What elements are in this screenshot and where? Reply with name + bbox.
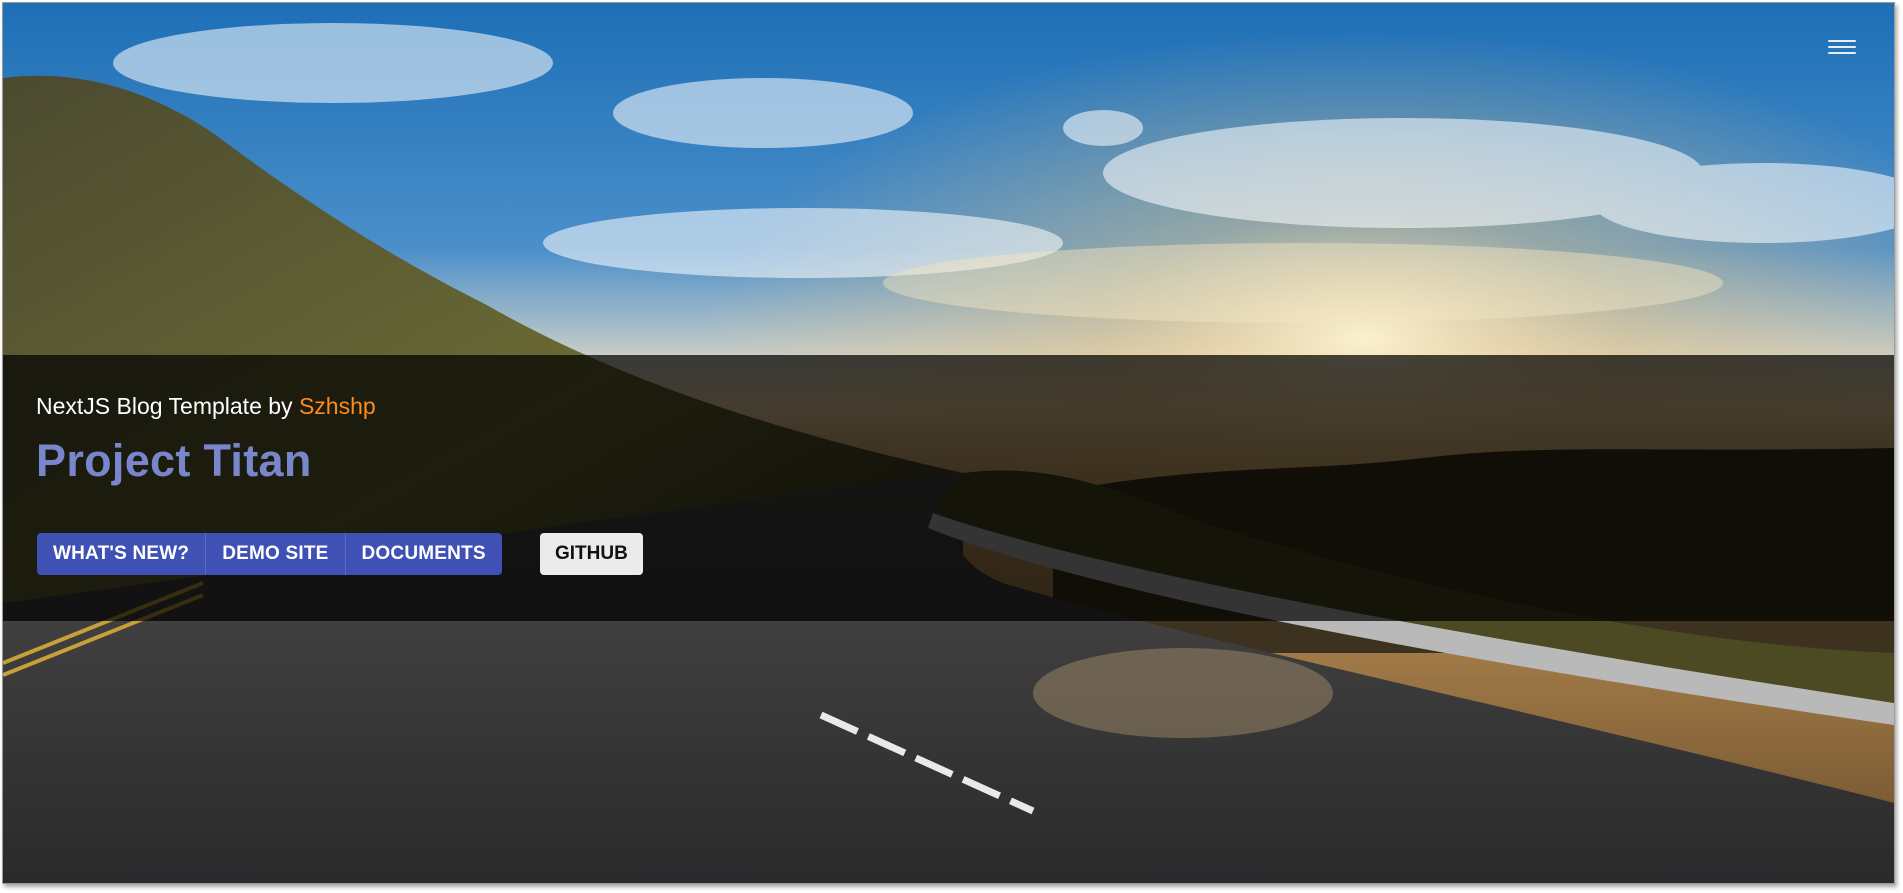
page-frame: NextJS Blog Template by Szhshp Project T… — [2, 2, 1895, 884]
whats-new-button[interactable]: WHAT'S NEW? — [37, 533, 207, 575]
page-title: Project Titan — [36, 435, 312, 486]
menu-icon-bar — [1828, 40, 1856, 42]
hamburger-menu-icon[interactable] — [1828, 36, 1856, 58]
menu-icon-bar — [1828, 52, 1856, 54]
author-link[interactable]: Szhshp — [299, 393, 376, 419]
demo-site-button[interactable]: DEMO SITE — [206, 533, 346, 575]
hero-subtitle: NextJS Blog Template by Szhshp — [36, 393, 376, 420]
menu-icon-bar — [1828, 46, 1856, 48]
github-button[interactable]: GITHUB — [540, 533, 643, 575]
documents-button[interactable]: DOCUMENTS — [345, 533, 502, 575]
subtitle-text: NextJS Blog Template by — [36, 393, 299, 419]
hero-button-group: WHAT'S NEW? DEMO SITE DOCUMENTS — [37, 533, 502, 575]
